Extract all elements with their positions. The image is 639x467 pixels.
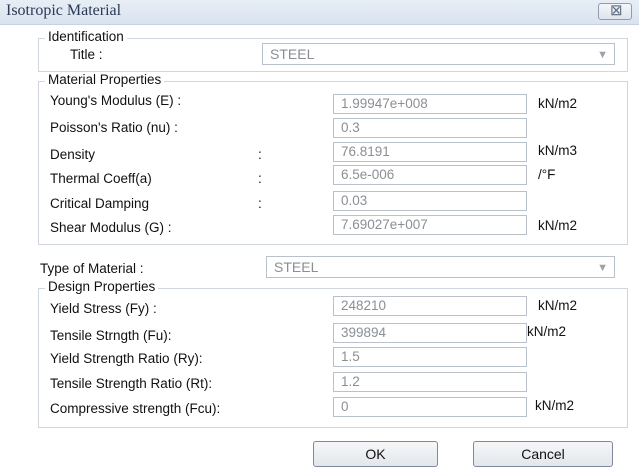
density-unit: kN/m3 (538, 143, 578, 158)
title-label: Title : (70, 47, 103, 62)
tensile-strength-label: Tensile Strngth (Fu): (50, 328, 172, 343)
type-of-material-combo[interactable]: STEEL ▼ (266, 256, 615, 278)
shear-modulus-unit: kN/m2 (538, 218, 578, 233)
title-combo-value: STEEL (270, 46, 315, 62)
youngs-modulus-field[interactable]: 1.99947e+008 (333, 94, 527, 114)
type-of-material-label: Type of Material : (40, 261, 144, 276)
isotropic-material-dialog: Isotropic Material ⊠ Identification Titl… (0, 0, 639, 467)
yield-strength-ratio-field[interactable]: 1.5 (333, 347, 527, 367)
critical-damping-field[interactable]: 0.03 (333, 191, 527, 211)
identification-legend: Identification (45, 29, 127, 45)
shear-modulus-label: Shear Modulus (G) : (50, 220, 172, 235)
yield-strength-ratio-label: Yield Strength Ratio (Ry): (50, 351, 203, 366)
critical-damping-label: Critical Damping (50, 196, 150, 211)
ok-button[interactable]: OK (313, 441, 438, 467)
title-bar: Isotropic Material ⊠ (0, 0, 639, 25)
youngs-modulus-label: Young's Modulus (E) : (50, 93, 182, 108)
poissons-ratio-label: Poisson's Ratio (nu) : (50, 120, 178, 135)
chevron-down-icon: ▼ (597, 262, 608, 274)
poissons-ratio-field[interactable]: 0.3 (333, 118, 527, 138)
design-properties-legend: Design Properties (45, 279, 159, 295)
density-label: Density (50, 147, 96, 162)
close-button[interactable]: ⊠ (598, 2, 632, 20)
window-title: Isotropic Material (6, 2, 122, 19)
title-combo[interactable]: STEEL ▼ (262, 43, 615, 65)
thermal-coeff-unit: /°F (538, 167, 556, 182)
yield-stress-field[interactable]: 248210 (333, 296, 527, 316)
chevron-down-icon: ▼ (597, 49, 608, 61)
thermal-coeff-label: Thermal Coeff(a) (50, 171, 152, 186)
material-properties-legend: Material Properties (45, 72, 165, 88)
density-field[interactable]: 76.8191 (333, 142, 527, 162)
tensile-strength-field[interactable]: 399894 (333, 323, 527, 343)
density-colon: : (258, 147, 262, 162)
thermal-coeff-field[interactable]: 6.5e-006 (333, 165, 527, 185)
compressive-strength-unit: kN/m2 (535, 398, 575, 413)
compressive-strength-field[interactable]: 0 (333, 397, 527, 417)
tensile-strength-ratio-field[interactable]: 1.2 (333, 372, 527, 392)
shear-modulus-field[interactable]: 7.69027e+007 (333, 215, 527, 235)
type-of-material-value: STEEL (274, 259, 319, 275)
compressive-strength-label: Compressive strength (Fcu): (50, 401, 221, 416)
yield-stress-label: Yield Stress (Fy) : (50, 301, 157, 316)
critical-damping-colon: : (258, 196, 262, 211)
cancel-button[interactable]: Cancel (473, 441, 613, 467)
yield-stress-unit: kN/m2 (538, 298, 578, 313)
close-icon: ⊠ (610, 2, 623, 19)
thermal-coeff-colon: : (258, 171, 262, 186)
tensile-strength-ratio-label: Tensile Strength Ratio (Rt): (50, 376, 213, 391)
tensile-strength-unit: kN/m2 (527, 324, 567, 339)
youngs-modulus-unit: kN/m2 (538, 96, 578, 111)
